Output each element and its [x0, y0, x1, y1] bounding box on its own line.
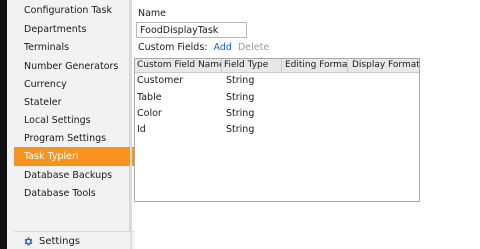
cell-display-format — [349, 73, 351, 89]
cell-field-type: String — [226, 75, 255, 86]
delete-link[interactable]: Delete — [238, 42, 269, 53]
cell-editing-format — [283, 73, 285, 89]
cell-field-name: Table — [137, 92, 162, 103]
cell-editing-format — [283, 122, 285, 138]
sidebar-item-configuration-task[interactable]: Configuration Task — [14, 1, 135, 20]
sidebar-footer: Settings — [14, 231, 135, 249]
cell-field-type: String — [226, 92, 255, 103]
table-row[interactable]: Table String — [135, 90, 419, 106]
settings-button[interactable]: Settings — [23, 235, 80, 248]
table-row[interactable]: Color String — [135, 106, 419, 122]
column-header-editing-format[interactable]: Editing Format — [282, 59, 348, 72]
custom-fields-label: Custom Fields: — [138, 42, 208, 53]
cell-field-type: String — [226, 108, 255, 119]
cell-display-format — [349, 122, 351, 138]
sidebar-item-program-settings[interactable]: Program Settings — [14, 129, 135, 148]
sidebar-item-departments[interactable]: Departments — [14, 20, 135, 39]
cell-display-format — [349, 106, 351, 122]
name-label: Name — [138, 8, 167, 19]
name-input[interactable] — [136, 22, 247, 38]
sidebar-item-task-typleri[interactable]: Task Typleri — [14, 147, 135, 166]
custom-fields-grid: Custom Field Name Field Type Editing For… — [134, 58, 420, 202]
column-header-custom-field-name[interactable]: Custom Field Name — [135, 59, 222, 72]
settings-sidebar: Configuration Task Departments Terminals… — [7, 0, 135, 249]
sidebar-item-local-settings[interactable]: Local Settings — [14, 111, 135, 130]
cell-field-type: String — [226, 124, 255, 135]
window-left-edge — [0, 0, 7, 249]
add-link[interactable]: Add — [214, 42, 232, 53]
cell-display-format — [349, 90, 351, 106]
sidebar-item-currency[interactable]: Currency — [14, 75, 135, 94]
cell-editing-format — [283, 90, 285, 106]
gear-icon — [24, 237, 33, 246]
table-row[interactable]: Id String — [135, 122, 419, 138]
cell-field-name: Color — [137, 108, 162, 119]
cell-field-name: Id — [137, 124, 146, 135]
column-header-field-type[interactable]: Field Type — [222, 59, 282, 72]
sidebar-item-stateler[interactable]: Stateler — [14, 93, 135, 112]
sidebar-item-terminals[interactable]: Terminals — [14, 38, 135, 57]
sidebar-item-database-backups[interactable]: Database Backups — [14, 166, 135, 185]
sidebar-item-database-tools[interactable]: Database Tools — [14, 184, 135, 203]
cell-editing-format — [283, 106, 285, 122]
table-row[interactable]: Customer String — [135, 73, 419, 89]
cell-field-name: Customer — [137, 75, 184, 86]
grid-header: Custom Field Name Field Type Editing For… — [135, 59, 419, 73]
splitter[interactable] — [130, 0, 132, 249]
sidebar-item-number-generators[interactable]: Number Generators — [14, 57, 135, 76]
column-header-display-format[interactable]: Display Format — [348, 59, 419, 72]
settings-label: Settings — [39, 236, 81, 247]
custom-fields-toolbar: Custom Fields: Add Delete — [138, 42, 269, 53]
